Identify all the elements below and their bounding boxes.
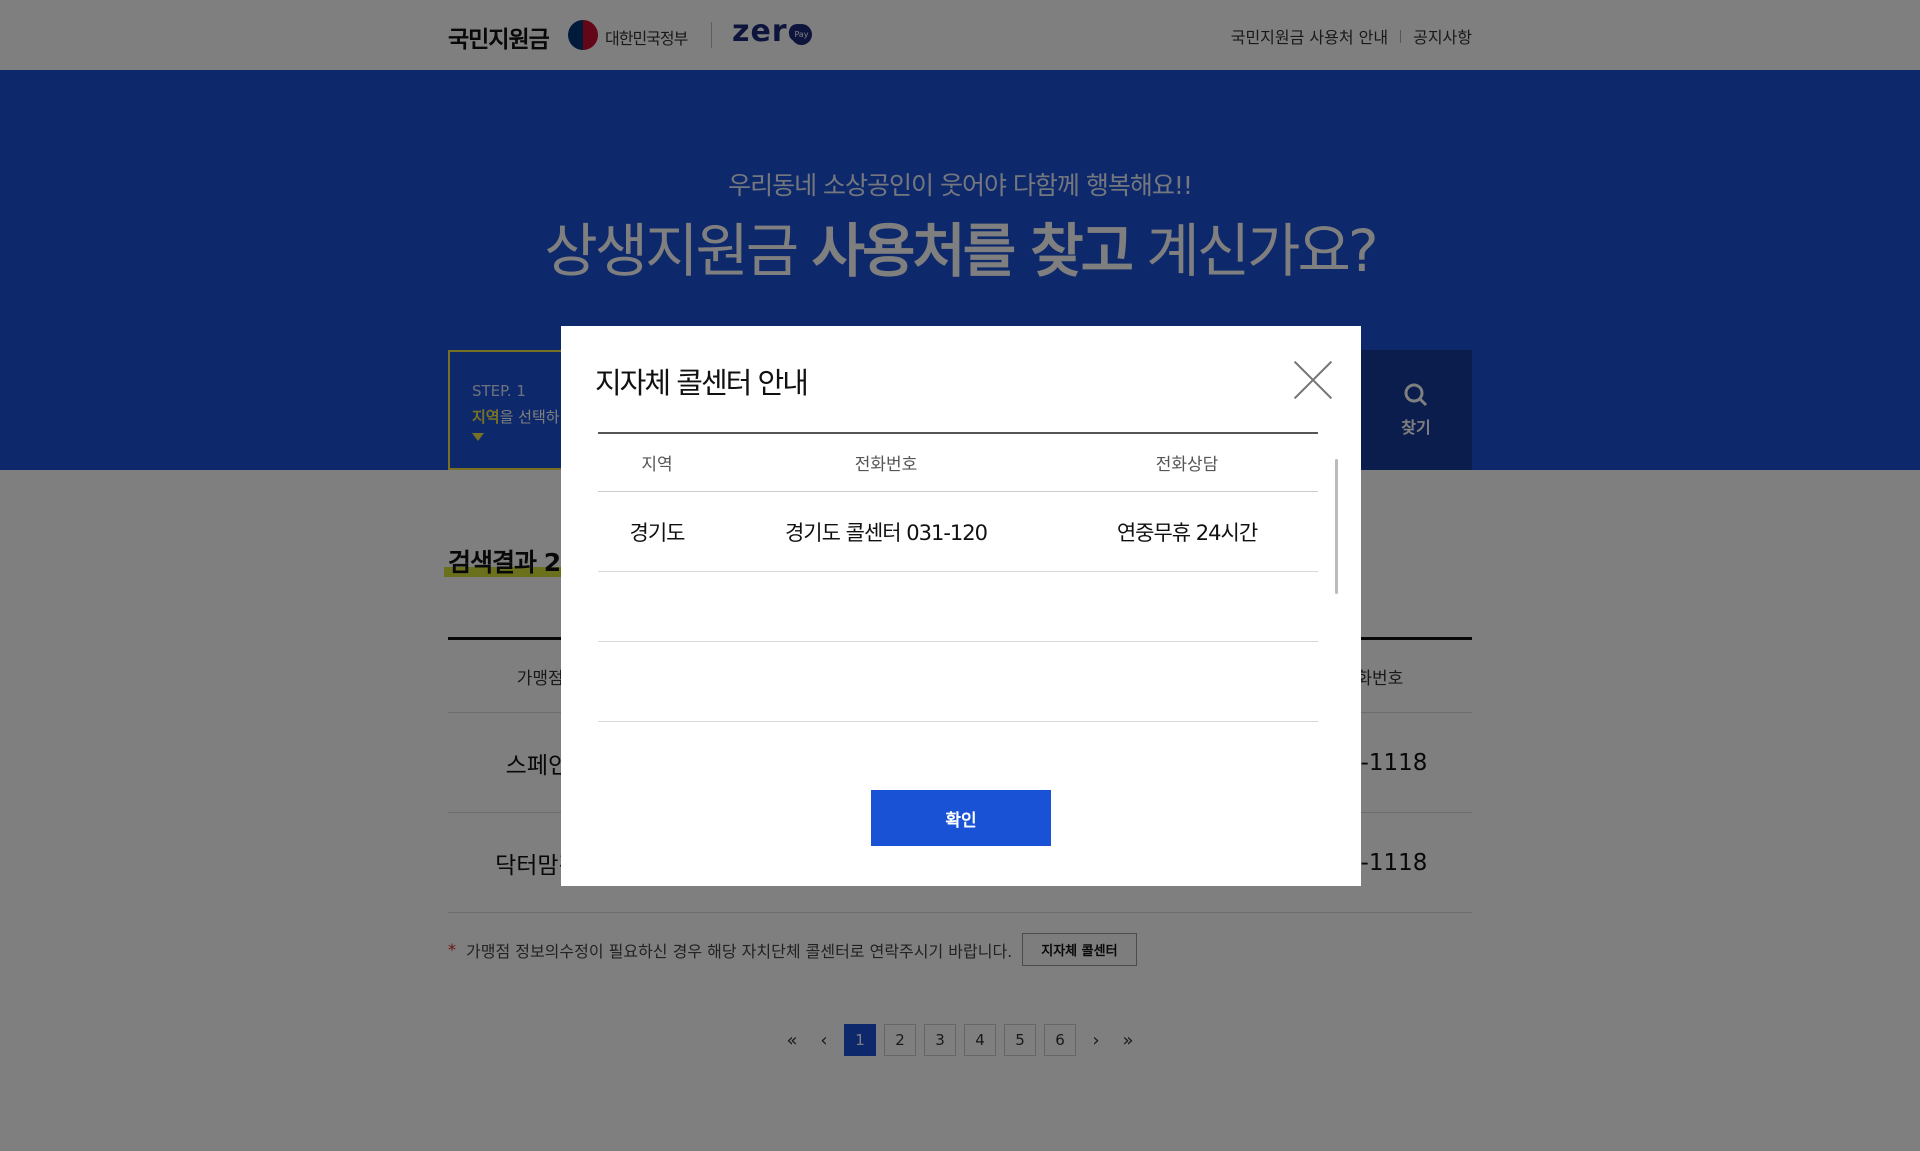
col-consultation: 전화상담 — [1155, 455, 1219, 475]
phone-cell[interactable]: 경기도 콜센터 031-120 — [716, 517, 1056, 547]
empty-row — [598, 642, 1318, 722]
region-cell: 경기도 — [629, 520, 686, 545]
table-row: 경기도 경기도 콜센터 031-120 연중무휴 24시간 — [598, 492, 1318, 572]
callcenter-table: 지역 전화번호 전화상담 경기도 경기도 콜센터 031-120 연중무휴 24… — [598, 432, 1318, 722]
close-icon[interactable] — [1293, 360, 1333, 400]
confirm-button[interactable]: 확인 — [871, 790, 1051, 846]
modal-title: 지자체 콜센터 안내 — [595, 366, 809, 400]
hours-cell: 연중무휴 24시간 — [1116, 520, 1258, 545]
empty-row — [598, 572, 1318, 642]
callcenter-table-header: 지역 전화번호 전화상담 — [598, 434, 1318, 492]
modal-scrollbar[interactable] — [1335, 459, 1338, 594]
col-region: 지역 — [641, 455, 673, 475]
callcenter-modal: 지자체 콜센터 안내 지역 전화번호 전화상담 경기도 경기도 콜센터 031-… — [561, 326, 1361, 886]
col-phone: 전화번호 — [854, 455, 918, 475]
